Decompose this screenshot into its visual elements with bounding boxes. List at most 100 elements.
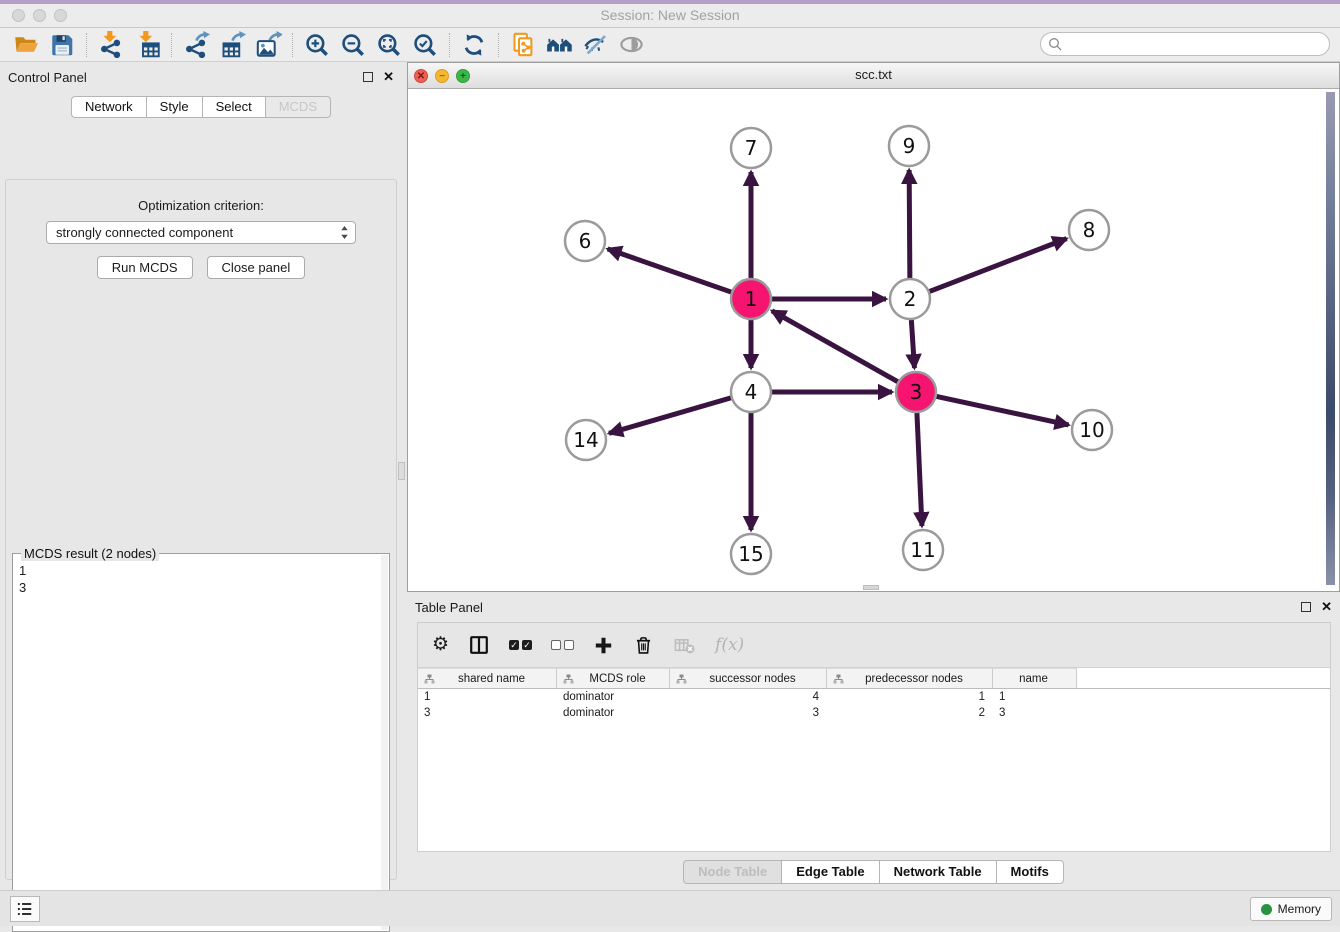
tab-node-table[interactable]: Node Table [683,860,782,884]
close-panel-button[interactable]: Close panel [207,256,306,279]
network-canvas[interactable]: 7 9 6 8 1 2 4 3 14 10 15 11 [408,90,1339,591]
hide-selected-button[interactable] [577,30,613,60]
zoom-selected-icon [412,32,438,58]
table-settings-gear-icon[interactable]: ⚙ [432,635,449,655]
zoom-out-button[interactable] [335,30,371,60]
open-session-button[interactable] [8,30,44,60]
panel-splitter-handle[interactable] [398,462,405,480]
tab-motifs[interactable]: Motifs [996,860,1064,884]
graph-edge-3-11[interactable] [917,413,922,526]
memory-button[interactable]: Memory [1250,897,1332,921]
export-image-button[interactable] [250,30,286,60]
column-header-name[interactable]: name [993,668,1077,688]
window-title: Session: New Session [0,7,1340,23]
column-header-predecessor-nodes[interactable]: predecessor nodes [827,668,993,688]
export-network-icon [183,31,210,58]
toolbar-separator [498,33,499,57]
close-table-panel-icon[interactable]: ✕ [1321,599,1332,615]
graph-node-6[interactable]: 6 [565,221,605,261]
home-overview-button[interactable] [541,30,577,60]
graph-node-8[interactable]: 8 [1069,210,1109,250]
delete-table-icon [673,634,696,657]
eye-slash-icon [582,31,609,58]
tab-network[interactable]: Network [71,96,147,118]
column-header-mcds-role[interactable]: MCDS role [557,668,670,688]
optimization-criterion-label: Optimization criterion: [6,198,396,213]
column-tree-icon [676,674,687,684]
tab-mcds[interactable]: MCDS [265,96,331,118]
add-column-button[interactable] [593,635,614,656]
canvas-side-scrollbar[interactable] [1326,92,1335,585]
task-history-button[interactable] [10,896,40,922]
search-input[interactable] [1067,37,1329,51]
float-panel-icon[interactable] [363,72,373,82]
network-title: scc.txt [408,67,1339,82]
toolbar-separator [171,33,172,57]
graph-node-3[interactable]: 3 [896,372,936,412]
memory-label: Memory [1278,902,1321,916]
tab-style[interactable]: Style [146,96,203,118]
table-row[interactable]: 1 dominator 4 1 1 [418,689,1330,705]
graph-node-1[interactable]: 1 [731,279,771,319]
column-tree-icon [833,674,844,684]
zoom-fit-button[interactable] [371,30,407,60]
graph-node-7[interactable]: 7 [731,128,771,168]
graph-node-4[interactable]: 4 [731,372,771,412]
run-mcds-button[interactable]: Run MCDS [97,256,193,279]
graph-edge-4-14[interactable] [609,398,731,433]
network-window-titlebar[interactable]: ✕ − + scc.txt [408,63,1339,89]
graph-edge-3-10[interactable] [937,396,1069,425]
toolbar-separator [86,33,87,57]
save-session-button[interactable] [44,30,80,60]
apply-layout-button[interactable] [456,30,492,60]
import-table-button[interactable] [129,30,165,60]
table-row[interactable]: 3 dominator 3 2 3 [418,705,1330,721]
graph-edge-1-6[interactable] [608,249,732,292]
graph-node-2[interactable]: 2 [890,279,930,319]
tab-select[interactable]: Select [202,96,266,118]
plus-icon [593,635,614,656]
zoom-in-button[interactable] [299,30,335,60]
column-header-successor-nodes[interactable]: successor nodes [670,668,827,688]
tab-edge-table[interactable]: Edge Table [781,860,879,884]
graph-node-15[interactable]: 15 [731,534,771,574]
show-hidden-button[interactable] [613,30,649,60]
graph-edge-3-1[interactable] [772,311,898,382]
delete-column-button[interactable] [633,635,654,656]
graph-node-11[interactable]: 11 [903,530,943,570]
result-scrollbar[interactable] [381,555,388,930]
deselect-all-rows-button[interactable] [551,640,574,650]
graph-node-10[interactable]: 10 [1072,410,1112,450]
export-table-button[interactable] [214,30,250,60]
clone-network-button[interactable] [505,30,541,60]
close-panel-icon[interactable]: ✕ [383,69,394,85]
cell-shared-name: 1 [418,691,557,703]
column-header-shared-name[interactable]: shared name [418,668,557,688]
cell-mcds-role: dominator [557,707,670,719]
svg-text:4: 4 [745,380,758,404]
canvas-bottom-scroll-handle[interactable] [863,585,879,590]
svg-text:8: 8 [1083,218,1096,242]
search-field[interactable] [1040,32,1330,56]
checked-box-icon: ✓ [522,640,532,650]
optimization-criterion-select[interactable]: strongly connected component [46,221,356,244]
select-all-rows-button[interactable]: ✓✓ [509,640,532,650]
graph-edge-2-8[interactable] [930,239,1067,292]
control-panel-title: Control Panel [8,70,363,85]
select-columns-button[interactable] [468,634,490,656]
save-floppy-icon [49,32,75,58]
export-network-button[interactable] [178,30,214,60]
tab-network-table[interactable]: Network Table [879,860,997,884]
svg-text:3: 3 [910,380,923,404]
graph-node-9[interactable]: 9 [889,126,929,166]
graph-edge-2-3[interactable] [911,320,914,368]
node-table-container: ⚙ ✓✓ [417,622,1331,852]
zoom-selected-button[interactable] [407,30,443,60]
network-graph[interactable]: 7 9 6 8 1 2 4 3 14 10 15 11 [408,90,1339,591]
export-table-icon [219,31,246,58]
import-network-button[interactable] [93,30,129,60]
graph-node-14[interactable]: 14 [566,420,606,460]
task-list-icon [15,899,35,919]
float-table-panel-icon[interactable] [1301,602,1311,612]
graph-edge-2-9[interactable] [909,170,910,278]
